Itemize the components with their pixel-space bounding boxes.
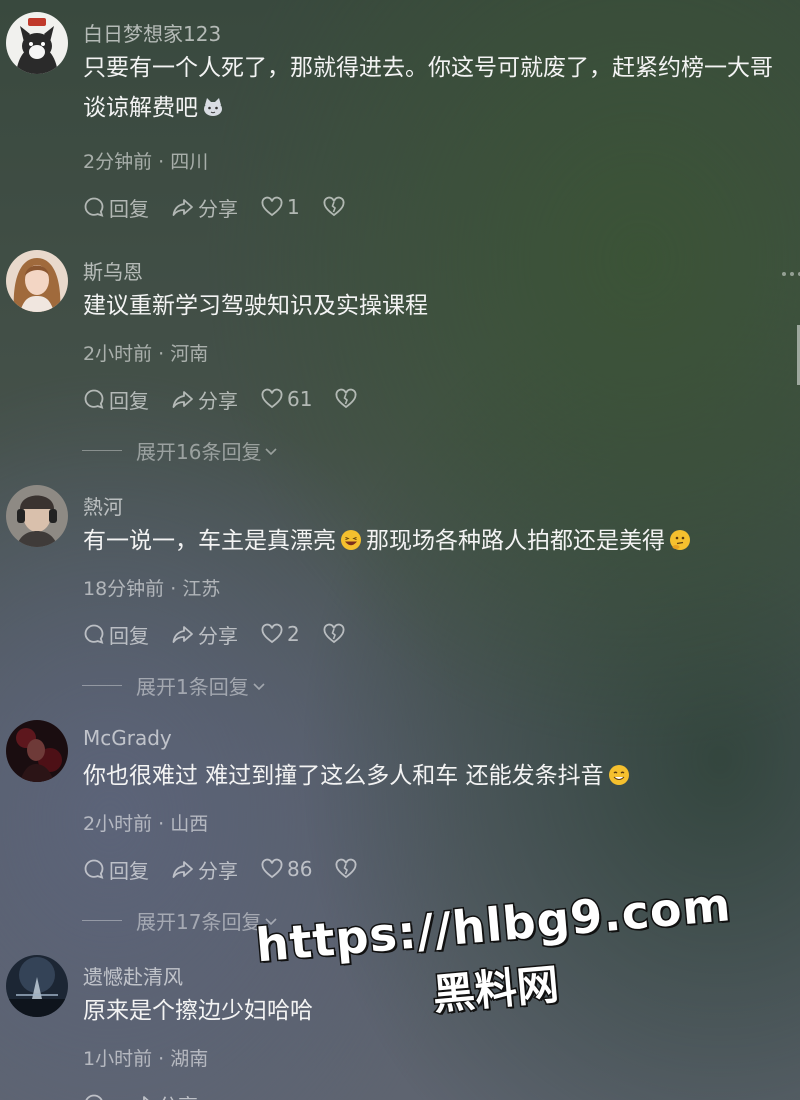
comment-actions: 分享 [82, 1089, 220, 1100]
more-options-icon[interactable] [782, 272, 800, 276]
comment-text: 建议重新学习驾驶知识及实操课程 [83, 293, 428, 319]
like-button[interactable]: 86 [260, 857, 312, 881]
night-sky-avatar-icon[interactable] [6, 955, 68, 1017]
like-button[interactable]: 1 [260, 195, 300, 219]
reply-button[interactable]: 回复 [82, 193, 149, 222]
laughing-emoji-icon [341, 530, 361, 550]
broken-heart-icon [336, 858, 357, 879]
comment-meta: 18分钟前 · 江苏 [83, 578, 221, 600]
share-arrow-icon [172, 391, 193, 408]
comment-text: 你也很难过 难过到撞了这么多人和车 还能发条抖音 [83, 756, 788, 796]
broken-heart-icon [323, 196, 345, 217]
comment-username[interactable]: McGrady [83, 726, 172, 750]
comment-username[interactable]: 熱河 [83, 491, 123, 520]
comment-text: 只要有一个人死了，那就得进去。你这号可就废了，赶紧约榜一大哥谈谅解费吧 [83, 55, 773, 121]
share-button[interactable]: 分享 [171, 193, 238, 222]
woman-avatar-icon[interactable] [6, 250, 68, 312]
divider [82, 450, 122, 451]
heart-icon [261, 196, 283, 217]
dislike-button[interactable] [322, 622, 349, 646]
cat-emoji-icon [204, 98, 222, 116]
cat-avatar-icon[interactable] [6, 12, 68, 74]
heart-icon [261, 388, 283, 409]
comment-meta: 2分钟前 · 四川 [83, 151, 209, 173]
reply-bubble-icon [84, 624, 104, 644]
share-button[interactable]: 分享 [171, 620, 238, 649]
like-button[interactable]: 2 [260, 622, 300, 646]
dislike-button[interactable] [334, 857, 361, 881]
share-arrow-icon [172, 199, 193, 216]
chevron-down-icon [265, 447, 278, 455]
divider [82, 920, 122, 921]
reply-bubble-icon [84, 197, 104, 217]
dislike-button[interactable] [334, 387, 361, 411]
comment-meta: 2小时前 · 河南 [83, 343, 209, 365]
expand-replies-button[interactable]: 展开1条回复 [82, 671, 267, 700]
share-arrow-icon [143, 1096, 149, 1100]
comment-username[interactable]: 斯乌恩 [83, 256, 143, 285]
like-button[interactable]: 61 [260, 387, 312, 411]
share-button[interactable]: 分享 [171, 385, 238, 414]
reply-bubble-icon [84, 859, 104, 879]
heart-icon [261, 858, 283, 879]
reply-button[interactable]: 回复 [82, 855, 149, 884]
heart-icon [261, 623, 283, 644]
comment-actions: 回复 分享 2 [82, 619, 371, 649]
headphones-avatar-icon[interactable] [6, 485, 68, 547]
comment-meta: 2小时前 · 山西 [83, 813, 209, 835]
comment-text: 有一说一，车主是真漂亮 那现场各种路人拍都还是美得 [83, 521, 788, 561]
comment-username[interactable]: 白日梦想家123 [83, 18, 221, 47]
comment-username[interactable]: 遗憾赴清风 [83, 961, 183, 990]
reply-bubble-icon [85, 1094, 103, 1100]
dark-red-avatar-icon[interactable] [6, 720, 68, 782]
share-arrow-icon [172, 861, 193, 878]
reply-button[interactable] [82, 1092, 109, 1100]
comment-meta: 1小时前 · 湖南 [83, 1048, 209, 1070]
reply-bubble-icon [84, 389, 104, 409]
comment-actions: 回复 分享 86 [82, 854, 383, 884]
broken-heart-icon [336, 388, 357, 409]
share-button[interactable]: 分享 [131, 1090, 198, 1100]
expand-replies-button[interactable]: 展开17条回复 [82, 906, 279, 935]
expand-replies-button[interactable]: 展开16条回复 [82, 436, 279, 465]
share-button[interactable]: 分享 [171, 855, 238, 884]
dislike-button[interactable] [322, 195, 349, 219]
reply-button[interactable]: 回复 [82, 620, 149, 649]
chevron-down-icon [253, 682, 265, 690]
share-arrow-icon [172, 626, 193, 643]
reply-button[interactable]: 回复 [82, 385, 149, 414]
thinking-emoji-icon [670, 530, 690, 550]
broken-heart-icon [323, 623, 345, 644]
divider [82, 685, 122, 686]
comment-actions: 回复 分享 61 [82, 384, 383, 414]
comment-actions: 回复 分享 1 [82, 192, 371, 222]
smiling-emoji-icon [608, 765, 629, 785]
